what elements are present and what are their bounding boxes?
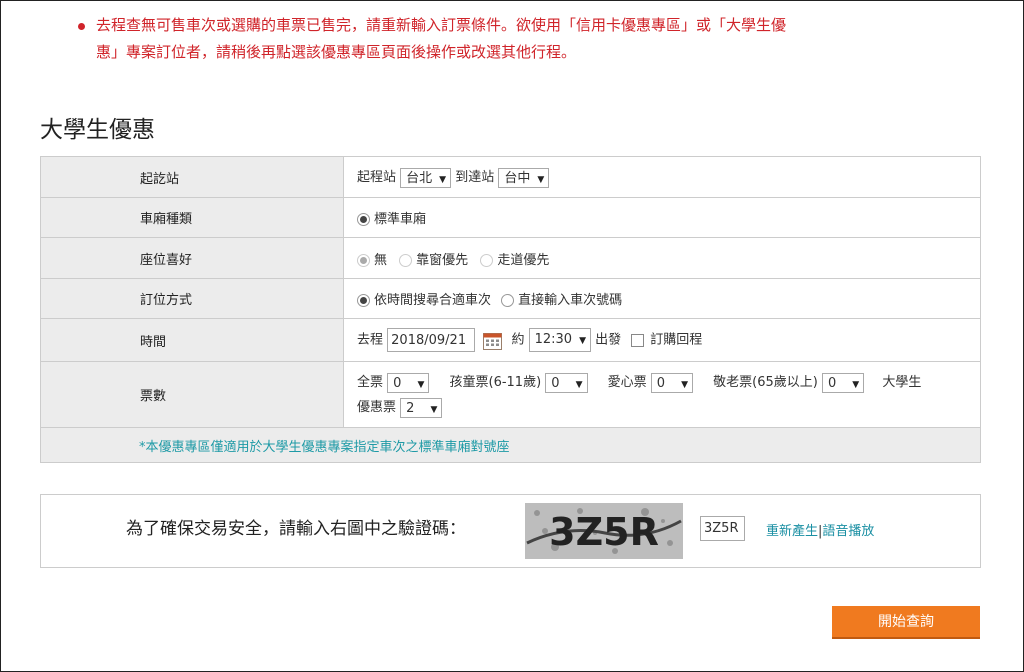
from-station-value: 台北 — [406, 170, 433, 186]
label-tickets: 票數 — [40, 361, 344, 428]
chevron-down-icon: ▼ — [430, 404, 438, 415]
row-car-type: 車廂種類 標準車廂 — [40, 197, 981, 238]
seat-none-radio[interactable] — [357, 253, 370, 267]
student-ticket-select[interactable]: 2 ▼ — [400, 397, 443, 418]
to-station-select[interactable]: 台中 ▼ — [498, 167, 550, 188]
page-title: 大學生優惠 — [40, 117, 155, 143]
senior-ticket-label: 敬老票(65歲以上) — [713, 375, 818, 390]
method-train-no-label: 直接輸入車次號碼 — [518, 293, 623, 308]
error-message: 去程查無可售車次或選購的車票已售完，請重新輸入訂票條件。欲使用「信用卡優惠專區」… — [78, 12, 958, 66]
student-ticket-label-1: 大學生 — [882, 375, 922, 390]
label-booking-method: 訂位方式 — [40, 278, 344, 319]
return-trip-checkbox[interactable] — [631, 333, 645, 347]
method-train-no-radio[interactable] — [501, 294, 515, 307]
chevron-down-icon: ▼ — [575, 379, 583, 390]
student-ticket-label-2: 優惠票 — [357, 400, 397, 415]
chevron-down-icon: ▼ — [852, 379, 860, 390]
chevron-down-icon: ▼ — [537, 174, 545, 185]
regenerate-link[interactable]: 重新產生 — [766, 524, 818, 539]
senior-ticket-value: 0 — [827, 375, 837, 391]
calendar-icon[interactable] — [483, 331, 503, 350]
time-select[interactable]: 12:30 ▼ — [528, 328, 591, 352]
car-type-standard-radio[interactable] — [357, 213, 370, 226]
seat-aisle-label: 走道優先 — [497, 252, 550, 268]
captcha-section: 為了確保交易安全，請輸入右圖中之驗證碼： 3Z5R 3Z5R 重新產生|語音播放 — [40, 494, 981, 568]
label-time: 時間 — [40, 318, 344, 362]
seat-window-radio[interactable] — [399, 253, 413, 267]
seat-window-label: 靠窗優先 — [416, 252, 469, 268]
depart-label: 出發 — [595, 332, 622, 348]
disabled-ticket-label: 愛心票 — [607, 375, 647, 390]
from-station-label: 起程站 — [357, 170, 397, 186]
captcha-image: 3Z5R — [525, 503, 683, 559]
error-line-1: 去程查無可售車次或選購的車票已售完，請重新輸入訂票條件。欲使用「信用卡優惠專區」… — [96, 16, 787, 34]
date-input[interactable]: 2018/09/21 — [387, 328, 476, 352]
adult-ticket-select[interactable]: 0 ▼ — [387, 372, 430, 393]
row-tickets: 票數 全票 0 ▼ 孩童票(6-11歲) 0 ▼ 愛心票 0 ▼ 敬老票(65歲以上)… — [40, 361, 981, 428]
child-ticket-value: 0 — [551, 375, 560, 391]
start-search-button[interactable]: 開始查詢 — [832, 606, 980, 639]
error-line-2: 惠」專案訂位者，請稍後再點選該優惠專區頁面後操作或改選其他行程。 — [96, 43, 577, 61]
student-ticket-value: 2 — [406, 400, 415, 416]
to-station-label: 到達站 — [455, 170, 495, 186]
discount-note: *本優惠專區僅適用於大學生優惠專案指定車次之標準車廂對號座 — [40, 427, 981, 463]
outbound-label: 去程 — [357, 332, 384, 348]
child-ticket-select[interactable]: 0 ▼ — [545, 372, 588, 393]
method-time-label: 依時間搜尋合適車次 — [374, 293, 492, 308]
booking-form: 起訖站 起程站 台北 ▼ 到達站 台中 ▼ 車廂種類 標準車廂 座位喜好 無 靠窗優… — [40, 156, 981, 463]
child-ticket-label: 孩童票(6-11歲) — [449, 375, 542, 390]
seat-none-label: 無 — [374, 252, 388, 268]
chevron-down-icon: ▼ — [417, 379, 425, 390]
method-time-radio[interactable] — [357, 294, 370, 307]
disabled-ticket-value: 0 — [656, 375, 666, 391]
from-station-select[interactable]: 台北 ▼ — [400, 167, 452, 188]
to-station-value: 台中 — [504, 170, 531, 186]
about-label: 約 — [511, 332, 525, 348]
row-station: 起訖站 起程站 台北 ▼ 到達站 台中 ▼ — [40, 156, 981, 198]
row-seat: 座位喜好 無 靠窗優先 走道優先 — [40, 237, 981, 279]
chevron-down-icon: ▼ — [579, 336, 586, 346]
car-type-standard-label: 標準車廂 — [374, 212, 427, 227]
captcha-links: 重新產生|語音播放 — [766, 520, 874, 539]
captcha-label: 為了確保交易安全，請輸入右圖中之驗證碼： — [126, 519, 466, 539]
chevron-down-icon: ▼ — [439, 174, 447, 185]
senior-ticket-select[interactable]: 0 ▼ — [821, 372, 865, 393]
time-value: 12:30 — [534, 332, 573, 347]
disabled-ticket-select[interactable]: 0 ▼ — [650, 372, 693, 393]
label-station: 起訖站 — [40, 156, 344, 198]
chevron-down-icon: ▼ — [681, 379, 688, 390]
label-seat: 座位喜好 — [40, 237, 344, 279]
captcha-image-text: 3Z5R — [549, 510, 659, 554]
return-trip-label: 訂購回程 — [650, 332, 703, 348]
row-booking-method: 訂位方式 依時間搜尋合適車次 直接輸入車次號碼 — [40, 278, 981, 319]
adult-ticket-label: 全票 — [357, 375, 384, 390]
adult-ticket-value: 0 — [393, 375, 402, 391]
captcha-input[interactable]: 3Z5R — [700, 516, 745, 541]
seat-aisle-radio[interactable] — [480, 253, 494, 267]
row-note: *本優惠專區僅適用於大學生優惠專案指定車次之標準車廂對號座 — [40, 427, 981, 463]
audio-play-link[interactable]: 語音播放 — [822, 524, 874, 539]
bullet-icon — [78, 23, 85, 30]
row-time: 時間 去程 2018/09/21 約 12:30 ▼ 出發 訂購回程 — [40, 318, 981, 362]
label-car-type: 車廂種類 — [40, 197, 344, 238]
